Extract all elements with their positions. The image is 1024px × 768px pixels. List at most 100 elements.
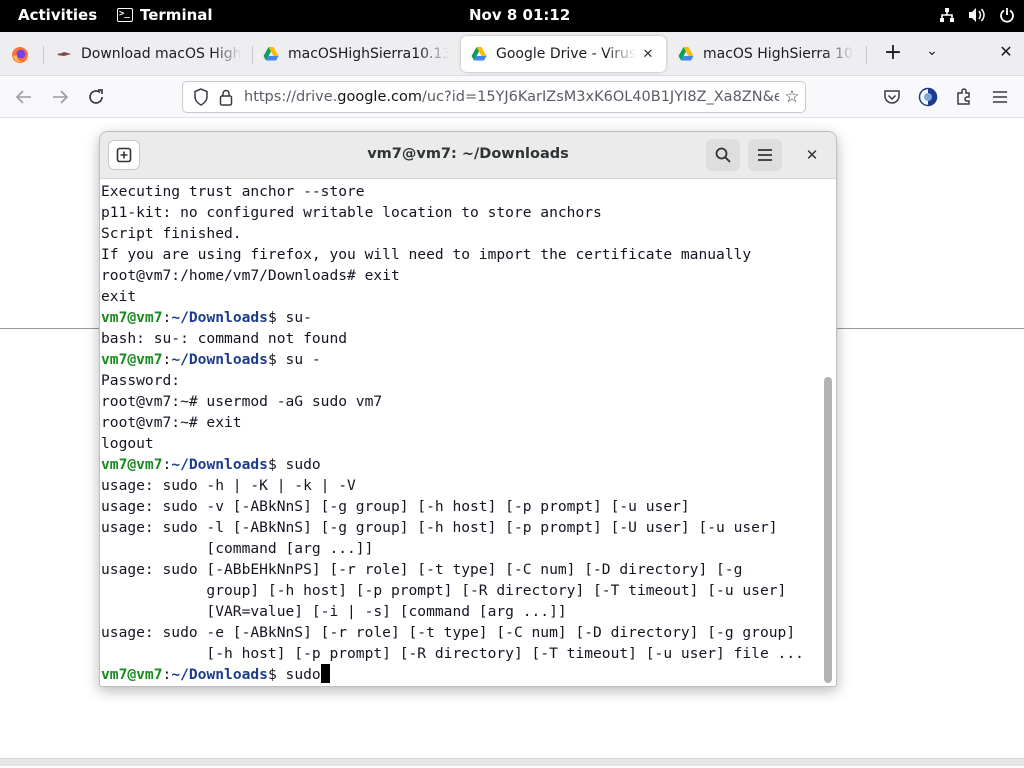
prompt-command: $ sudo — [267, 456, 321, 473]
terminal-line: usage: sudo [-ABbEHkNnPS] [-r role] [-t … — [101, 559, 819, 580]
output-text: usage: sudo -h | -K | -k | -V — [101, 477, 356, 494]
output-text: usage: sudo -e [-ABkNnS] [-r role] [-t t… — [101, 624, 796, 641]
activities-button[interactable]: Activities — [18, 6, 97, 24]
output-text: logout — [101, 435, 154, 452]
prompt-path: ~/Downloads — [171, 351, 268, 368]
tab-separator — [866, 46, 867, 64]
terminal-line: Script finished. — [101, 223, 819, 244]
terminal-line: p11-kit: no configured writable location… — [101, 202, 819, 223]
output-text: usage: sudo -l [-ABkNnS] [-g group] [-h … — [101, 519, 778, 536]
output-text: usage: sudo [-ABbEHkNnPS] [-r role] [-t … — [101, 561, 743, 578]
output-text: exit — [101, 288, 137, 305]
clock[interactable]: Nov 8 01:12 — [469, 6, 570, 24]
prompt-path: ~/Downloads — [171, 456, 268, 473]
output-text: p11-kit: no configured writable location… — [101, 204, 602, 221]
terminal-line: If you are using firefox, you will need … — [101, 244, 819, 265]
list-all-tabs-chevron-icon[interactable]: ⌄ — [922, 43, 942, 65]
prompt-separator: : — [162, 351, 172, 368]
output-text: root@vm7:/home/vm7/Downloads# exit — [101, 267, 400, 284]
terminal-menu-button[interactable] — [748, 139, 782, 171]
prompt-user: vm7@vm7 — [101, 309, 163, 326]
output-text: Script finished. — [101, 225, 242, 242]
terminal-window[interactable]: vm7@vm7: ~/Downloads ✕ Executing trust a… — [99, 131, 837, 687]
google-drive-favicon — [471, 46, 487, 62]
url-prefix: https://drive. — [244, 89, 338, 105]
terminal-line: root@vm7:~# usermod -aG sudo vm7 — [101, 391, 819, 412]
account-profile-icon[interactable] — [916, 85, 940, 109]
reload-icon[interactable] — [84, 85, 108, 109]
output-text: usage: sudo -v [-ABkNnS] [-g group] [-h … — [101, 498, 690, 515]
prompt-command: $ su - — [267, 351, 321, 368]
extensions-puzzle-icon[interactable] — [952, 85, 976, 109]
terminal-line: [-h host] [-p prompt] [-R directory] [-T… — [101, 643, 819, 664]
gnome-top-bar: Activities >_ Terminal Nov 8 01:12 — [0, 0, 1024, 32]
terminal-scrollbar-thumb[interactable] — [824, 377, 832, 683]
firefox-view-icon[interactable] — [11, 46, 29, 64]
terminal-line: [VAR=value] [-i | -s] [command [arg ...]… — [101, 601, 819, 622]
terminal-line: bash: su-: command not found — [101, 328, 819, 349]
pocket-icon[interactable] — [880, 85, 904, 109]
terminal-line: root@vm7:~# exit — [101, 412, 819, 433]
prompt-command: $ sudo — [267, 666, 321, 683]
url-domain: google.com — [337, 89, 422, 105]
system-tray[interactable] — [938, 6, 1016, 24]
terminal-line: vm7@vm7:~/Downloads$ sudo — [101, 454, 819, 475]
hamburger-menu-icon — [758, 149, 772, 161]
prompt-path: ~/Downloads — [171, 666, 268, 683]
forward-arrow-icon[interactable] — [48, 85, 72, 109]
tracking-protection-shield-icon[interactable] — [191, 87, 211, 107]
tab-download-macos[interactable]: Download macOS High Sierra — [46, 36, 252, 72]
power-icon[interactable] — [998, 6, 1016, 24]
download-favicon — [56, 46, 72, 62]
page-horizontal-scrollbar[interactable] — [0, 758, 1024, 766]
tab-macos-iso[interactable]: macOSHighSierra10.13.iso — [253, 36, 459, 72]
window-close-icon[interactable]: ✕ — [996, 42, 1016, 64]
output-text: root@vm7:~# exit — [101, 414, 242, 431]
output-text: Executing trust anchor --store — [101, 183, 365, 200]
terminal-line: logout — [101, 433, 819, 454]
google-drive-favicon — [678, 46, 694, 62]
url-bar[interactable]: https://drive.google.com/uc?id=15YJ6KarI… — [182, 81, 806, 113]
new-tab-plus-icon[interactable]: + — [882, 41, 904, 67]
output-text: Password: — [101, 372, 181, 389]
padlock-icon[interactable] — [216, 87, 236, 107]
output-text: group] [-h host] [-p prompt] [-R directo… — [101, 582, 787, 599]
tab-macos-highsierra[interactable]: macOS HighSierra 10.13 — [668, 36, 864, 72]
output-text: [command [arg ...]] — [101, 540, 374, 557]
tab-close-icon[interactable]: ✕ — [640, 47, 656, 62]
terminal-line: vm7@vm7:~/Downloads$ sudo — [101, 664, 819, 685]
terminal-search-button[interactable] — [706, 139, 740, 171]
network-icon[interactable] — [938, 6, 956, 24]
prompt-user: vm7@vm7 — [101, 351, 163, 368]
url-path: /uc?id=15YJ6KarIZsM3xK6OL40B1JYI8Z_Xa8ZN… — [421, 89, 779, 105]
terminal-line: usage: sudo -e [-ABkNnS] [-r role] [-t t… — [101, 622, 819, 643]
terminal-line: Executing trust anchor --store — [101, 181, 819, 202]
terminal-app-icon: >_ — [117, 8, 133, 22]
tab-google-drive-virus-scan[interactable]: Google Drive - Virus scan warning ✕ — [461, 36, 666, 72]
volume-icon[interactable] — [968, 6, 986, 24]
tab-label: macOS HighSierra 10.13 — [703, 46, 854, 62]
app-menu-terminal[interactable]: >_ Terminal — [117, 6, 213, 24]
terminal-line: usage: sudo -l [-ABkNnS] [-g group] [-h … — [101, 517, 819, 538]
app-menu-hamburger-icon[interactable] — [988, 85, 1012, 109]
terminal-line: Password: — [101, 370, 819, 391]
terminal-line: group] [-h host] [-p prompt] [-R directo… — [101, 580, 819, 601]
prompt-separator: : — [162, 309, 172, 326]
output-text: bash: su-: command not found — [101, 330, 348, 347]
terminal-line: root@vm7:/home/vm7/Downloads# exit — [101, 265, 819, 286]
back-arrow-icon[interactable] — [12, 85, 36, 109]
prompt-path: ~/Downloads — [171, 309, 268, 326]
tab-label: macOSHighSierra10.13.iso — [288, 46, 449, 62]
url-text[interactable]: https://drive.google.com/uc?id=15YJ6KarI… — [244, 89, 779, 105]
terminal-header-bar[interactable]: vm7@vm7: ~/Downloads ✕ — [100, 132, 836, 179]
tab-label: Download macOS High Sierra — [81, 46, 242, 62]
terminal-output[interactable]: Executing trust anchor --store p11-kit: n… — [101, 180, 819, 686]
terminal-close-icon[interactable]: ✕ — [800, 143, 824, 167]
terminal-line: [command [arg ...]] — [101, 538, 819, 559]
app-menu-label: Terminal — [140, 6, 213, 24]
terminal-line: exit — [101, 286, 819, 307]
bookmark-star-icon[interactable]: ☆ — [779, 87, 805, 107]
google-drive-favicon — [263, 46, 279, 62]
output-text: root@vm7:~# usermod -aG sudo vm7 — [101, 393, 383, 410]
prompt-separator: : — [162, 456, 172, 473]
